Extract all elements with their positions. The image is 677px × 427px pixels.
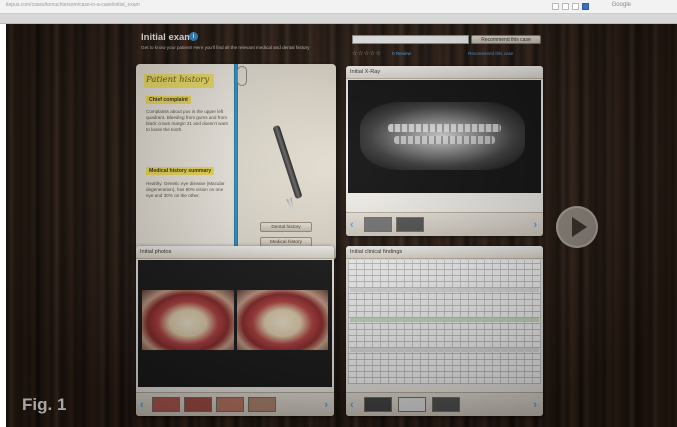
- photos-thumbnail-strip: ‹ ›: [136, 392, 334, 416]
- clinical-findings-panel: Initial clinical findings ‹ ›: [346, 246, 543, 416]
- photo-thumb-1[interactable]: [152, 397, 180, 412]
- patient-history-notebook: Patient history Chief complaint Complain…: [136, 64, 336, 260]
- medical-history-text: Healthy. Genetic eye disease (Macular de…: [146, 181, 225, 198]
- address-bar[interactable]: itepus.com/cases/tomuchtersom/case-in-a-…: [6, 2, 140, 8]
- info-icon[interactable]: i: [189, 32, 198, 41]
- smile-photo-1: [142, 290, 234, 350]
- chart-row-divider: [350, 318, 539, 322]
- periodontal-chart[interactable]: [348, 260, 541, 384]
- exam-stage: Initial exam i Get to know your patient!…: [6, 24, 677, 427]
- medical-history-heading: Medical history summary: [146, 167, 215, 175]
- findings-thumb-2[interactable]: [398, 397, 426, 412]
- figure-label: Fig. 1: [22, 395, 67, 414]
- bookmark-icon[interactable]: [552, 3, 559, 10]
- search-hint[interactable]: Google: [612, 2, 631, 8]
- xray-thumbnail-strip: ‹ ›: [346, 212, 543, 236]
- chief-complaint-heading: Chief complaint: [146, 96, 191, 104]
- recommend-case-link[interactable]: Recommend this case: [468, 51, 513, 56]
- home-icon[interactable]: [572, 3, 579, 10]
- pen-tip-icon: [286, 197, 296, 212]
- photo-thumb-3[interactable]: [216, 397, 244, 412]
- recommend-button[interactable]: Recommend this case: [471, 35, 541, 44]
- photos-panel-title: Initial photos: [136, 246, 334, 259]
- google-icon[interactable]: [582, 3, 589, 10]
- chart-row-divider: [350, 348, 539, 352]
- next-arrow-icon[interactable]: ›: [533, 398, 537, 412]
- prev-arrow-icon[interactable]: ‹: [140, 398, 144, 412]
- next-arrow-icon[interactable]: ›: [533, 218, 537, 232]
- notebook-spine: [234, 64, 238, 260]
- paperclip-icon: [237, 66, 247, 86]
- findings-thumb-1[interactable]: [364, 397, 392, 412]
- smile-photo-2: [237, 290, 328, 350]
- xray-thumb-1[interactable]: [364, 217, 392, 232]
- xray-upper-teeth: [388, 124, 501, 132]
- chief-complaint-text: Complaints about pus in the upper left q…: [146, 109, 228, 132]
- initial-xray-panel: Initial X-Ray ‹ ›: [346, 66, 543, 236]
- next-arrow-icon[interactable]: ›: [324, 398, 328, 412]
- patient-history-title: Patient history: [144, 74, 214, 88]
- tab-strip: [0, 14, 677, 24]
- photos-image[interactable]: [138, 260, 332, 387]
- xray-image[interactable]: [348, 80, 541, 193]
- findings-thumbnail-strip: ‹ ›: [346, 392, 543, 416]
- prev-arrow-icon[interactable]: ‹: [350, 398, 354, 412]
- next-play-button[interactable]: [556, 206, 598, 248]
- chart-row-divider: [350, 288, 539, 292]
- findings-thumb-3[interactable]: [432, 397, 460, 412]
- dental-history-button[interactable]: Dental history: [260, 222, 312, 232]
- xray-thumb-2[interactable]: [396, 217, 424, 232]
- photo-thumb-4[interactable]: [248, 397, 276, 412]
- xray-panel-title: Initial X-Ray: [346, 66, 543, 79]
- photo-thumb-2[interactable]: [184, 397, 212, 412]
- refresh-icon[interactable]: [562, 3, 569, 10]
- page-title: Initial exam: [141, 32, 193, 43]
- rating-stars[interactable]: ☆☆☆☆☆: [352, 50, 381, 57]
- page-subtitle: Get to know your patient! Here you'll fi…: [141, 45, 310, 50]
- prev-arrow-icon[interactable]: ‹: [350, 218, 354, 232]
- review-link[interactable]: 0 Review: [392, 51, 411, 56]
- comment-input[interactable]: [352, 35, 469, 44]
- xray-lower-teeth: [394, 136, 495, 144]
- initial-photos-panel: Initial photos ‹ ›: [136, 246, 334, 416]
- browser-icons: [552, 3, 589, 10]
- pen-icon: [272, 124, 303, 200]
- findings-panel-title: Initial clinical findings: [346, 246, 543, 259]
- browser-toolbar: itepus.com/cases/tomuchtersom/case-in-a-…: [0, 0, 677, 14]
